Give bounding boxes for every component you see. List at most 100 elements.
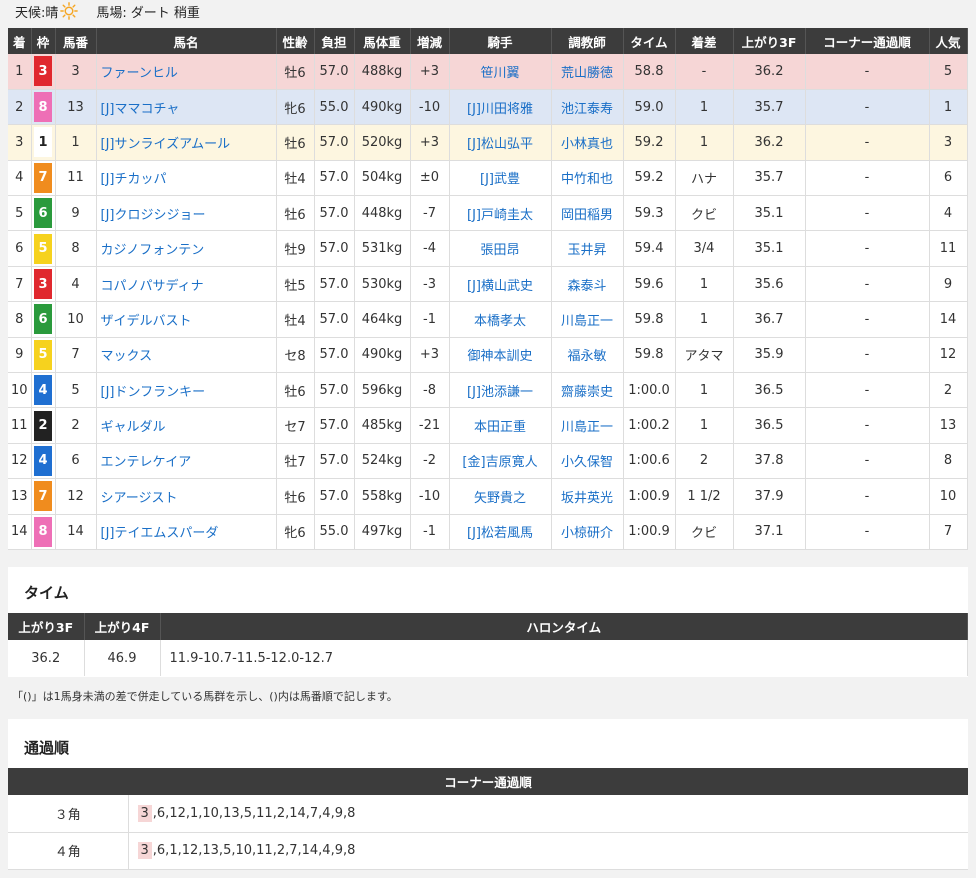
body-weight: 490kg [354, 89, 411, 126]
result-row: 5 6 9 [J]クロジシジョー 牡6 57.0 448kg -7 [J]戸崎圭太 岡田稲男 59.… [8, 195, 968, 232]
horse-name-link[interactable]: [J]ママコチャ [101, 102, 180, 117]
body-weight: 485kg [354, 407, 411, 444]
waku-badge: 4 [34, 375, 52, 406]
column-header: コーナー通過順 [805, 28, 930, 54]
jockey-link[interactable]: [J]池添謙一 [467, 385, 533, 400]
horse-name-link[interactable]: ファーンヒル [101, 66, 178, 81]
horse-name-cell: [J]サンライズアムール [96, 124, 277, 161]
trainer-link[interactable]: 森泰斗 [567, 279, 606, 294]
horse-name-link[interactable]: マックス [101, 349, 153, 364]
waku-badge: 2 [34, 410, 52, 441]
furlong-times: 11.9-10.7-11.5-12.0-12.7 [160, 640, 968, 676]
last3f-value: 36.2 [8, 640, 85, 676]
finish-time: 59.2 [623, 124, 676, 161]
jockey-cell: 矢野貴之 [449, 478, 552, 515]
carried-weight: 57.0 [314, 301, 355, 338]
trainer-link[interactable]: 川島正一 [561, 314, 613, 329]
jockey-link[interactable]: 御神本訓史 [467, 349, 532, 364]
jockey-link[interactable]: [J]武豊 [480, 172, 520, 187]
trainer-link[interactable]: 坂井英光 [561, 491, 613, 506]
corner-order: - [805, 195, 930, 232]
jockey-link[interactable]: [J]川田将雅 [467, 102, 533, 117]
finish-position: 10 [8, 372, 32, 409]
jockey-link[interactable]: 張田昂 [480, 243, 519, 258]
finish-time: 1:00.9 [623, 514, 676, 550]
finish-position: 12 [8, 443, 32, 480]
trainer-link[interactable]: 小林真也 [561, 137, 613, 152]
jockey-link[interactable]: [J]横山武史 [467, 279, 533, 294]
passing-section-title: 通過順 [24, 739, 70, 757]
trainer-link[interactable]: 齋藤崇史 [561, 385, 613, 400]
finish-position: 7 [8, 266, 32, 303]
column-header: 馬体重 [354, 28, 411, 54]
weather-label: 天候: [15, 5, 46, 21]
track-label: 馬場: [96, 5, 127, 21]
trainer-link[interactable]: 小椋研介 [561, 526, 613, 541]
horse-name-link[interactable]: [J]チカッパ [101, 172, 167, 187]
margin: 1 [675, 266, 734, 303]
trainer-link[interactable]: 川島正一 [561, 420, 613, 435]
horse-name-link[interactable]: エンテレケイア [101, 455, 192, 470]
body-weight: 524kg [354, 443, 411, 480]
popularity: 1 [929, 89, 968, 126]
trainer-cell: 玉井昇 [551, 230, 624, 267]
trainer-link[interactable]: 福永敏 [567, 349, 606, 364]
carried-weight: 57.0 [314, 230, 355, 267]
trainer-link[interactable]: 玉井昇 [567, 243, 606, 258]
horse-name-link[interactable]: [J]サンライズアムール [101, 137, 231, 152]
jockey-cell: [J]池添謙一 [449, 372, 552, 409]
track-value: ダート 稍重 [130, 5, 200, 21]
waku-cell: 4 [31, 443, 56, 480]
horse-name-link[interactable]: カジノフォンテン [101, 243, 205, 258]
horse-name-link[interactable]: コパノパサディナ [101, 279, 204, 294]
waku-badge: 5 [34, 339, 52, 370]
trainer-link[interactable]: 中竹和也 [561, 172, 613, 187]
jockey-link[interactable]: 笹川翼 [480, 66, 519, 81]
jockey-link[interactable]: [J]戸崎圭太 [467, 208, 533, 223]
jockey-link[interactable]: [J]松山弘平 [467, 137, 533, 152]
margin: - [675, 54, 734, 90]
sex-age: 牡6 [276, 54, 315, 90]
jockey-link[interactable]: [J]松若風馬 [467, 526, 533, 541]
horse-name-link[interactable]: ザイデルバスト [101, 314, 192, 329]
waku-cell: 8 [31, 514, 56, 550]
horse-name-link[interactable]: [J]テイエムスパーダ [101, 526, 219, 541]
corner-order: - [805, 337, 930, 374]
waku-badge: 6 [34, 198, 52, 229]
corner-order: 3,6,1,12,13,5,10,11,2,7,14,4,9,8 [128, 832, 968, 870]
last4f-header: 上がり4F [84, 613, 161, 640]
trainer-link[interactable]: 岡田稲男 [561, 208, 613, 223]
corner-order: - [805, 407, 930, 444]
weight-change: -1 [410, 301, 450, 338]
time-panel: タイム 上がり3F 上がり4F ハロンタイム 36.2 46.9 11.9-10… [8, 567, 968, 677]
horse-name-link[interactable]: ギャルダル [101, 420, 166, 435]
horse-name-cell: [J]チカッパ [96, 160, 277, 197]
last-3f: 37.8 [733, 443, 806, 480]
jockey-link[interactable]: 本田正重 [474, 420, 526, 435]
corner-row: ３角 3,6,12,1,10,13,5,11,2,14,7,4,9,8 [8, 795, 968, 833]
trainer-link[interactable]: 小久保智 [561, 455, 613, 470]
horse-name-link[interactable]: [J]ドンフランキー [101, 385, 206, 400]
jockey-link[interactable]: 本橋孝太 [474, 314, 526, 329]
margin: 1 [675, 407, 734, 444]
column-header: 増減 [410, 28, 450, 54]
finish-time: 59.2 [623, 160, 676, 197]
sex-age: 牝6 [276, 89, 315, 126]
sex-age: 牡9 [276, 230, 315, 267]
horse-name-cell: ギャルダル [96, 407, 277, 444]
trainer-link[interactable]: 荒山勝徳 [561, 66, 613, 81]
column-header: タイム [623, 28, 676, 54]
horse-name-link[interactable]: [J]クロジシジョー [101, 208, 206, 223]
jockey-link[interactable]: [金]吉原寛人 [462, 455, 537, 470]
waku-badge: 8 [34, 92, 52, 123]
waku-cell: 7 [31, 160, 56, 197]
waku-badge: 1 [34, 127, 52, 158]
horse-name-cell: カジノフォンテン [96, 230, 277, 267]
jockey-link[interactable]: 矢野貴之 [474, 491, 526, 506]
popularity: 14 [929, 301, 968, 338]
finish-time: 1:00.0 [623, 372, 676, 409]
horse-name-link[interactable]: シアージスト [101, 491, 178, 506]
column-header: 枠 [31, 28, 56, 54]
results-table: 着枠馬番 馬名 性齢 負担 馬体重 増減 騎手 調教師 タイム 着差 上がり3F コーナー通過順 人気 … [8, 28, 968, 550]
trainer-link[interactable]: 池江泰寿 [561, 102, 613, 117]
